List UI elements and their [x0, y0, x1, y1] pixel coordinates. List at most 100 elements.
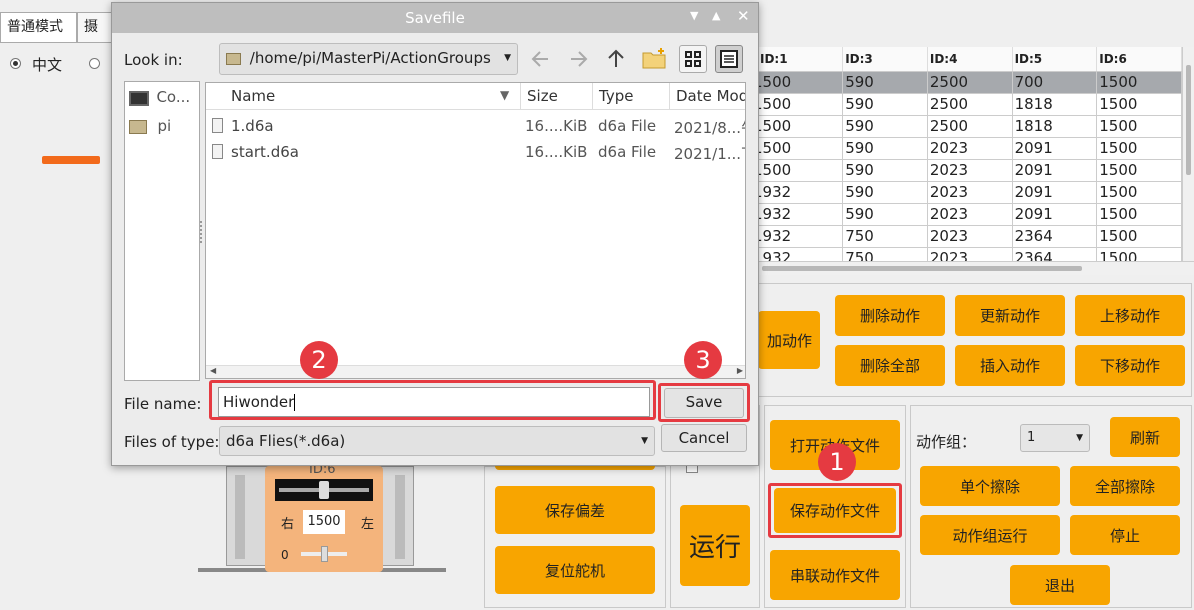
table-cell: 1818: [1012, 93, 1098, 116]
exit-button[interactable]: 退出: [1010, 565, 1110, 605]
table-row[interactable]: 1500 590 2023 2091 1500: [753, 159, 1182, 182]
language-label: 中文: [32, 56, 63, 74]
offset-slider[interactable]: [301, 546, 347, 562]
insert-action-button[interactable]: 插入动作: [955, 345, 1065, 386]
action-group-select[interactable]: 1 ▼: [1020, 424, 1090, 452]
table-cell: 1500: [753, 115, 844, 138]
tab-normal-mode[interactable]: 普通模式: [0, 12, 77, 42]
action-table[interactable]: ID:1 ID:3 ID:4 ID:5 ID:6 1500 590 2500 700 1…: [753, 47, 1182, 270]
column-header-date[interactable]: Date Modi: [670, 83, 745, 109]
savefile-dialog: Savefile ▼ ▲ ✕ Look in: /home/pi/MasterP…: [111, 2, 759, 466]
files-of-type-label: Files of type:: [124, 433, 220, 451]
table-row[interactable]: 1500 590 2500 1818 1500: [753, 93, 1182, 116]
file-row[interactable]: 1.d6a 16....KiB d6a File 2021/8...午: [206, 115, 745, 139]
scroll-right-icon[interactable]: ▶: [737, 366, 743, 375]
table-cell: 1500: [753, 71, 844, 94]
table-cell: 2023: [927, 181, 1013, 204]
list-view-button[interactable]: [679, 45, 707, 73]
concat-action-file-button[interactable]: 串联动作文件: [770, 550, 900, 600]
detail-view-button[interactable]: [715, 45, 743, 73]
move-down-button[interactable]: 下移动作: [1075, 345, 1185, 386]
table-cell: 2091: [1012, 203, 1098, 226]
cancel-button[interactable]: Cancel: [661, 424, 747, 452]
file-row[interactable]: start.d6a 16....KiB d6a File 2021/1...下: [206, 141, 745, 165]
table-header: ID:5: [1012, 47, 1098, 72]
table-row[interactable]: 1932 590 2023 2091 1500: [753, 203, 1182, 226]
maximize-icon[interactable]: ▲: [712, 9, 720, 22]
run-action-group-button[interactable]: 动作组运行: [920, 515, 1060, 555]
file-name-label: File name:: [124, 395, 202, 413]
file-list-hscrollbar[interactable]: ◀ ▶: [206, 365, 745, 378]
table-cell: 2500: [927, 93, 1013, 116]
column-header-name[interactable]: Name: [206, 83, 521, 109]
tab-camera[interactable]: 摄像: [77, 12, 112, 42]
table-row[interactable]: 1932 590 2023 2091 1500: [753, 181, 1182, 204]
delete-all-button[interactable]: 删除全部: [835, 345, 945, 386]
table-cell: 590: [842, 137, 928, 160]
update-action-button[interactable]: 更新动作: [955, 295, 1065, 336]
table-cell: 2500: [927, 71, 1013, 94]
table-cell: 1500: [1096, 159, 1182, 182]
up-directory-icon[interactable]: [603, 46, 629, 72]
table-cell: 2500: [927, 115, 1013, 138]
column-header-type[interactable]: Type: [593, 83, 670, 109]
file-icon: [212, 144, 223, 159]
table-cell: 590: [842, 115, 928, 138]
servo-slider-track[interactable]: [275, 479, 373, 501]
table-cell: 1500: [1096, 71, 1182, 94]
look-in-path-select[interactable]: /home/pi/MasterPi/ActionGroups ▼: [219, 43, 518, 75]
file-list: Name ▼ Size Type Date Modi 1.d6a 16....K…: [205, 82, 746, 379]
table-cell: 2023: [927, 159, 1013, 182]
move-up-button[interactable]: 上移动作: [1075, 295, 1185, 336]
add-action-button[interactable]: 加动作: [758, 311, 820, 369]
servo-left-label: 左: [361, 517, 375, 532]
table-row[interactable]: 1500 590 2500 1818 1500: [753, 115, 1182, 138]
table-row[interactable]: 1932 750 2023 2364 1500: [753, 225, 1182, 248]
slider-handle-orange[interactable]: [42, 156, 100, 164]
refresh-button[interactable]: 刷新: [1110, 417, 1180, 457]
language-radio-other[interactable]: [89, 58, 100, 69]
table-horizontal-scrollbar[interactable]: [758, 261, 1194, 275]
delete-action-button[interactable]: 删除动作: [835, 295, 945, 336]
dialog-title: Savefile: [405, 9, 465, 27]
file-size: 16....KiB: [525, 117, 588, 135]
new-folder-icon[interactable]: [641, 46, 667, 72]
reset-servo-button[interactable]: 复位舵机: [495, 546, 655, 594]
table-header: ID:6: [1096, 47, 1182, 72]
annotation-badge-2: 2: [300, 341, 338, 379]
file-type: d6a File: [598, 143, 657, 161]
forward-arrow-icon[interactable]: [565, 46, 591, 72]
table-cell: 2091: [1012, 159, 1098, 182]
annotation-badge-3: 3: [684, 341, 722, 379]
sidebar-item-pi[interactable]: pi: [129, 117, 171, 135]
servo-offset-value: 0: [281, 548, 289, 562]
highlight-box-save-action: [768, 483, 902, 538]
detail-view-icon: [720, 50, 738, 68]
servo-value-input[interactable]: 1500: [303, 510, 345, 534]
minimize-icon[interactable]: ▼: [690, 9, 698, 22]
table-header: ID:1: [758, 47, 844, 72]
stop-button[interactable]: 停止: [1070, 515, 1180, 555]
run-button[interactable]: 运行: [680, 505, 750, 586]
file-date: 2021/8...午: [674, 119, 745, 137]
close-icon[interactable]: ✕: [737, 7, 750, 25]
table-row[interactable]: 1500 590 2500 700 1500: [753, 71, 1182, 94]
table-cell: 2023: [927, 137, 1013, 160]
table-header: ID:3: [842, 47, 928, 72]
action-group-select-value: 1: [1027, 430, 1036, 445]
column-header-size[interactable]: Size: [521, 83, 593, 109]
table-cell: 1500: [753, 137, 844, 160]
table-cell: 1932: [753, 225, 844, 248]
erase-single-button[interactable]: 单个擦除: [920, 466, 1060, 506]
save-offset-button[interactable]: 保存偏差: [495, 486, 655, 534]
servo-slider-thumb[interactable]: [319, 481, 329, 499]
erase-all-button[interactable]: 全部擦除: [1070, 466, 1180, 506]
table-row[interactable]: 1500 590 2023 2091 1500: [753, 137, 1182, 160]
scroll-left-icon[interactable]: ◀: [210, 366, 216, 375]
language-radio-chinese[interactable]: [10, 58, 21, 69]
sidebar-item-computer[interactable]: Co...: [129, 88, 190, 106]
table-cell: 1500: [1096, 115, 1182, 138]
files-of-type-select[interactable]: d6a Flies(*.d6a) ▼: [219, 426, 655, 456]
back-arrow-icon[interactable]: [528, 46, 554, 72]
table-vertical-scrollbar[interactable]: [1182, 47, 1194, 261]
